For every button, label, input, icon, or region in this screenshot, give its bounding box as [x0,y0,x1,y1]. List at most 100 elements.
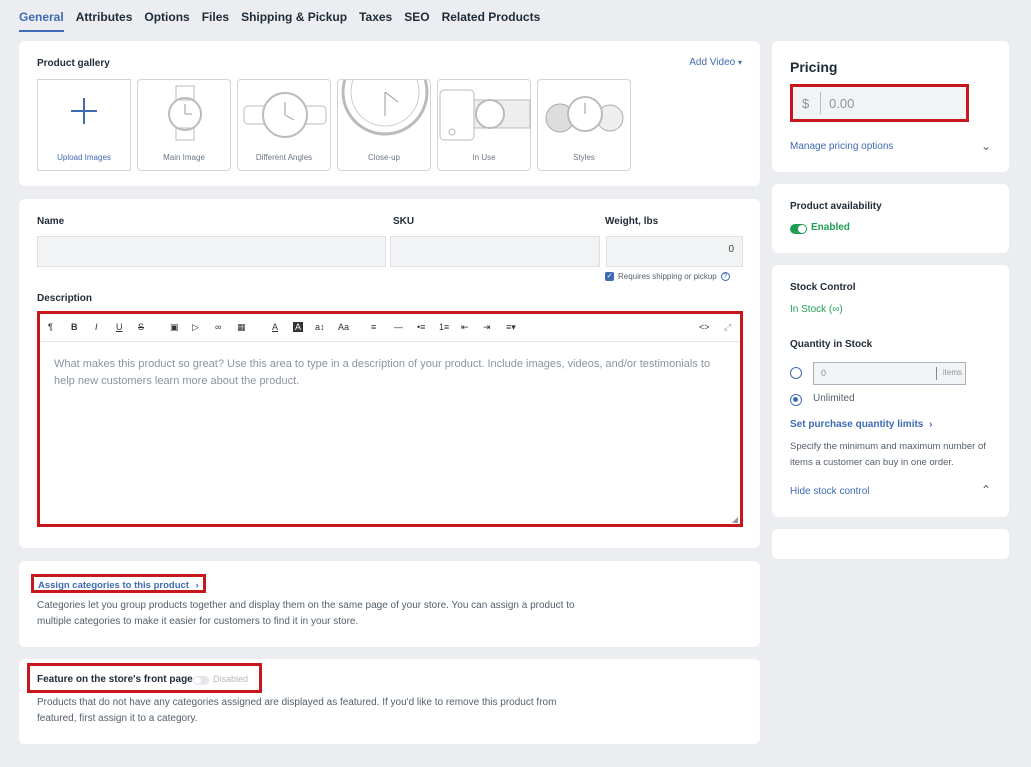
image-icon[interactable]: ▣ [170,322,179,333]
pricing-title: Pricing [790,59,838,75]
availability-toggle[interactable] [790,224,807,234]
assign-categories-label: Assign categories to this product [38,580,189,591]
assign-categories-link[interactable]: Assign categories to this product › [31,574,206,593]
table-icon[interactable]: ▦ [237,322,246,333]
currency-symbol: $ [802,96,810,111]
main-image-tile[interactable]: Main Image [137,79,231,171]
featured-toggle[interactable] [193,676,209,685]
description-placeholder: What makes this product so great? Use th… [54,358,711,387]
radio-dot [793,397,798,402]
quantity-input[interactable]: 0 items [813,362,966,385]
price-input[interactable]: $ 0.00 [790,84,969,122]
quantity-divider [936,367,937,380]
more-icon[interactable]: ≡▾ [506,322,516,333]
main-image-label: Main Image [163,153,205,162]
purchase-limits-label: Set purchase quantity limits [790,419,924,430]
chevron-down-icon[interactable]: ⌄ [981,139,991,153]
in-use-label: In Use [472,153,496,162]
sku-label: SKU [393,216,415,227]
requires-shipping-checkbox[interactable]: ✓ [605,272,614,281]
tab-seo[interactable]: SEO [404,10,429,32]
fullscreen-icon[interactable]: ⤢ [724,322,731,333]
empty-card [772,529,1009,559]
purchase-limits-description: Specify the minimum and maximum number o… [790,441,986,468]
availability-status: Enabled [811,222,850,233]
tab-related-products[interactable]: Related Products [442,10,541,32]
description-label: Description [37,293,93,304]
name-input[interactable] [37,236,386,267]
styles-tile[interactable]: Styles [537,79,631,171]
add-video-button[interactable]: Add Video ▾ [689,57,742,68]
availability-title: Product availability [790,201,882,212]
availability-card: Product availability Enabled [772,184,1009,253]
link-icon[interactable]: ∞ [215,322,221,332]
upload-images-tile[interactable]: Upload Images [37,79,131,171]
featured-title: Feature on the store's front page [37,674,193,685]
unlimited-label: Unlimited [813,393,855,404]
tab-taxes[interactable]: Taxes [359,10,392,32]
chevron-up-icon[interactable]: ⌃ [981,483,991,497]
watch-icon [168,85,202,141]
italic-icon[interactable]: I [95,322,98,332]
watch-closeup-icon [341,80,429,136]
background-color-icon[interactable]: A [293,322,304,332]
bullet-list-icon[interactable]: •≡ [417,322,425,332]
weight-input[interactable]: 0 [606,236,743,267]
different-angles-tile[interactable]: Different Angles [237,79,331,171]
help-icon[interactable]: ? [720,272,730,281]
hide-stock-control-link[interactable]: Hide stock control [790,486,869,497]
quantity-title: Quantity in Stock [790,339,873,350]
numbered-list-icon[interactable]: 1≡ [439,322,449,332]
weight-label: Weight, lbs [605,216,659,227]
in-use-tile[interactable]: In Use [437,79,531,171]
font-case-icon[interactable]: Aa [338,322,349,332]
tab-shipping[interactable]: Shipping & Pickup [241,10,347,32]
featured-description: Products that do not have any categories… [37,697,557,724]
featured-toggle-row: Feature on the store's front page Disabl… [27,663,262,693]
close-up-label: Close-up [367,153,400,162]
text-color-icon[interactable]: A [272,322,278,332]
price-placeholder: 0.00 [829,96,855,111]
tab-general[interactable]: General [19,10,64,32]
quantity-unit: items [942,368,962,377]
manage-pricing-link[interactable]: Manage pricing options [790,141,893,152]
description-editor: ¶ B I U S ▣ ▷ ∞ ▦ A A a↕ Aa ≡ — •≡ 1≡ ⇤ … [37,311,743,527]
toggle-knob [194,677,201,684]
plus-icon [71,98,97,124]
styles-label: Styles [573,153,595,162]
tab-attributes[interactable]: Attributes [76,10,133,32]
watch-styles-icon [545,96,624,133]
horizontal-rule-icon[interactable]: — [394,322,403,332]
resize-handle-icon[interactable]: ◢ [732,515,738,524]
quantity-placeholder: 0 [821,368,827,378]
font-size-icon[interactable]: a↕ [315,322,325,332]
tab-files[interactable]: Files [202,10,229,32]
stock-status: In Stock (∞) [790,304,843,315]
underline-icon[interactable]: U [116,322,123,332]
bold-icon[interactable]: B [71,322,78,332]
tab-bar: General Attributes Options Files Shippin… [19,10,540,32]
tab-options[interactable]: Options [144,10,189,32]
purchase-limits-link[interactable]: Set purchase quantity limits › [790,419,933,430]
chevron-down-icon: ▾ [737,58,742,67]
stock-card: Stock Control In Stock (∞) Quantity in S… [772,265,1009,517]
description-textarea[interactable]: What makes this product so great? Use th… [54,356,716,514]
requires-shipping-label: Requires shipping or pickup [618,272,717,281]
sku-input[interactable] [390,236,600,267]
strikethrough-icon[interactable]: S [138,322,144,332]
add-video-label: Add Video [689,57,736,68]
close-up-tile[interactable]: Close-up [337,79,431,171]
gallery-card: Product gallery Add Video ▾ Upload Image… [19,41,760,186]
editor-toolbar: ¶ B I U S ▣ ▷ ∞ ▦ A A a↕ Aa ≡ — •≡ 1≡ ⇤ … [40,314,740,342]
currency-divider [820,92,821,114]
unlimited-radio[interactable] [790,394,802,406]
paragraph-icon[interactable]: ¶ [48,322,53,332]
chevron-right-icon: › [929,419,933,430]
align-icon[interactable]: ≡ [371,322,376,332]
outdent-icon[interactable]: ⇤ [461,322,469,333]
indent-icon[interactable]: ⇥ [483,322,491,333]
watch-angle-icon [243,92,327,138]
quantity-radio[interactable] [790,367,802,379]
code-view-icon[interactable]: <> [699,322,710,332]
video-icon[interactable]: ▷ [192,322,199,333]
